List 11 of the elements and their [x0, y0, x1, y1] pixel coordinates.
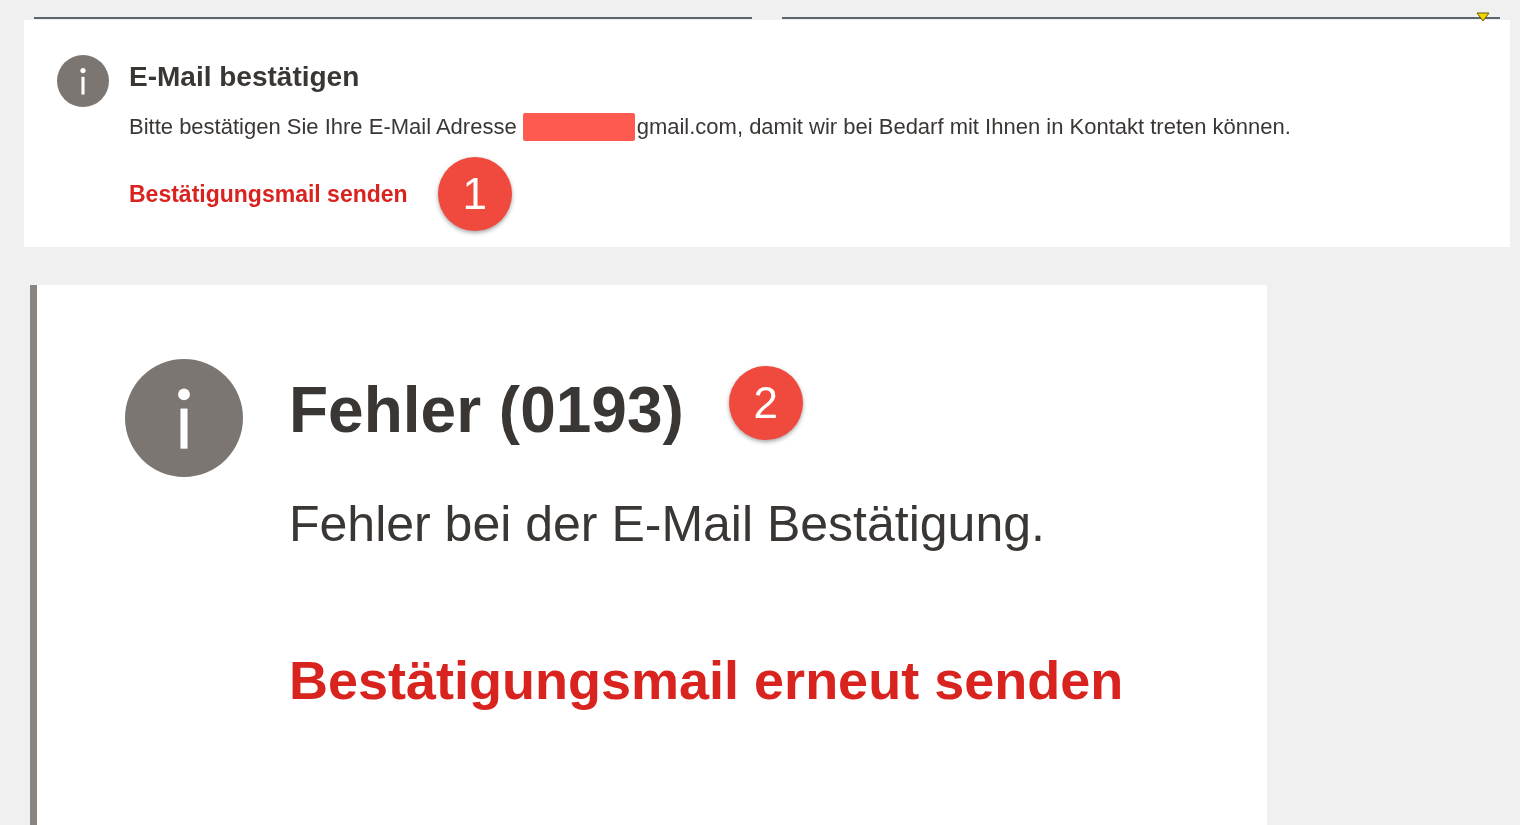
notice-message: gmail.com, damit wir bei Bedarf mit Ihnen in Kontakt treten können. [636, 114, 1291, 140]
callout-badge: 2 [728, 366, 803, 440]
info-icon [57, 55, 109, 107]
send-confirmation-link[interactable]: Bestätigungsmail erneut senden [289, 649, 1124, 711]
notice-title: E-Mail bestätigen [129, 61, 360, 93]
info-icon [125, 359, 243, 477]
notice-title: Fehler (0193) [289, 373, 684, 447]
callout-badge: 1 [437, 157, 512, 231]
notice-message: Bitte bestätigen Sie Ihre E-Mail Adresse [129, 114, 517, 140]
notice-message: Fehler bei der E-Mail Bestätigung. [289, 495, 1045, 553]
send-confirmation-link[interactable]: Bestätigungsmail senden [129, 180, 408, 208]
